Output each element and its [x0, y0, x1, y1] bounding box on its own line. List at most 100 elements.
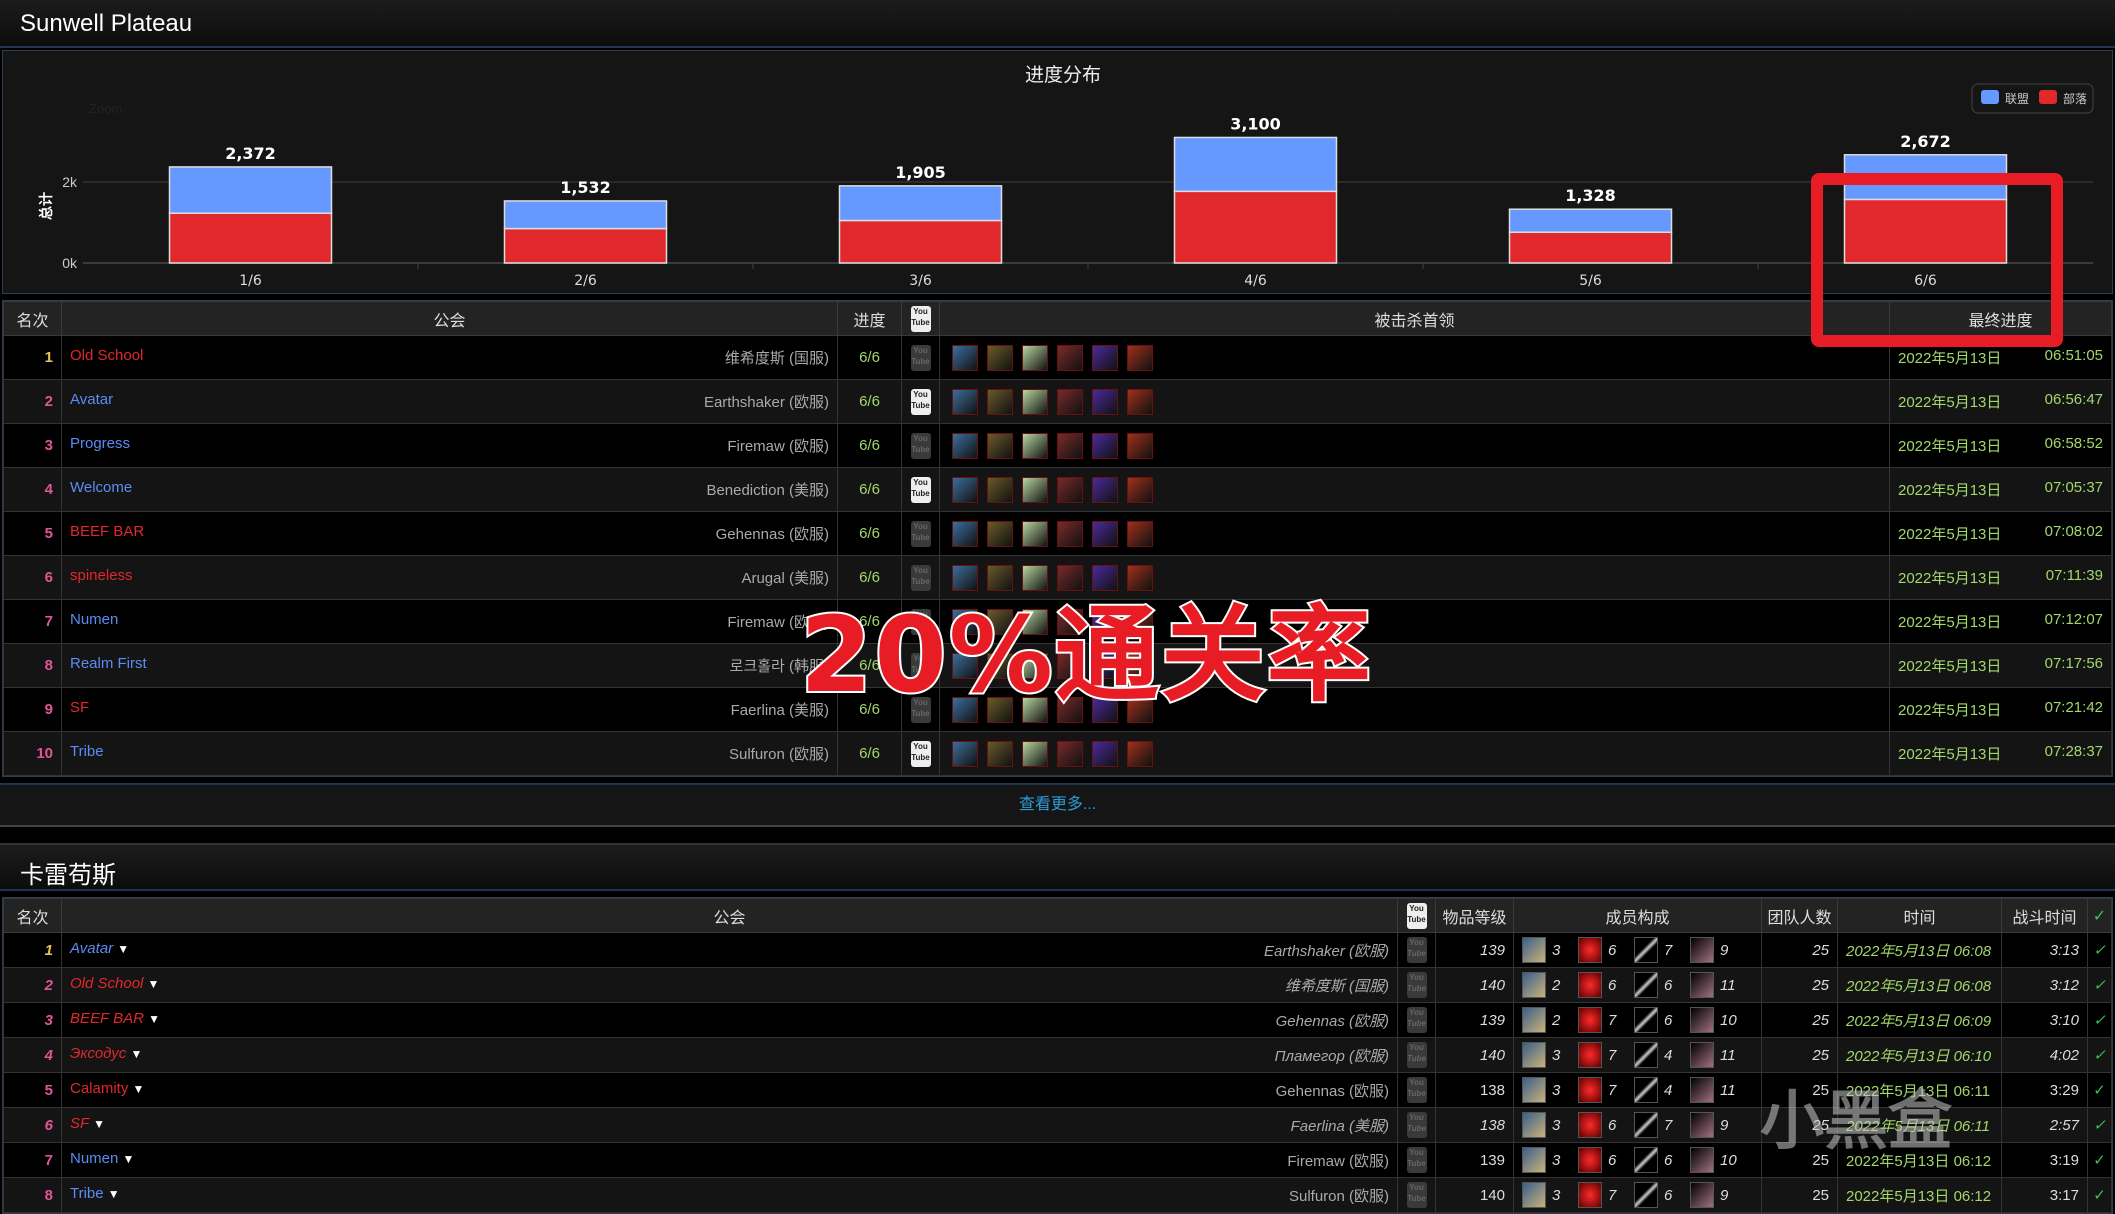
guild-name-link[interactable]: Old School [70, 347, 143, 364]
boss-icon[interactable] [987, 520, 1013, 547]
guild-name-link[interactable]: Avatar [70, 391, 113, 408]
table-row[interactable]: 1 Avatar ▼ Earthshaker (欧服) You Tube 139 3 6 7 9 2… [3, 932, 2112, 968]
youtube-icon[interactable]: You Tube [910, 432, 931, 459]
boss-icon[interactable] [1127, 344, 1153, 371]
boss-icon[interactable] [1092, 432, 1118, 459]
table-row[interactable]: 3 Progress Firemaw (欧服) 6/6 You Tube 2022年5月13… [3, 423, 2112, 468]
table-row[interactable]: 3 BEEF BAR ▼ Gehennas (欧服) You Tube 139 2 7 6 10 2… [3, 1002, 2112, 1038]
table-row[interactable]: 2 Avatar Earthshaker (欧服) 6/6 You Tube 2022年5月… [3, 379, 2112, 424]
caret-down-icon[interactable]: ▼ [148, 977, 160, 991]
boss-icon[interactable] [952, 740, 978, 767]
boss-icon[interactable] [1022, 476, 1048, 503]
boss-icon[interactable] [1022, 740, 1048, 767]
video-cell[interactable]: You Tube [1397, 1142, 1436, 1178]
guild-name-link[interactable]: Tribe [70, 1185, 104, 1202]
guild-name-link[interactable]: Welcome [70, 479, 132, 496]
guild-name-link[interactable]: spineless [70, 567, 133, 584]
boss-icon[interactable] [987, 740, 1013, 767]
youtube-icon[interactable]: You Tube [910, 740, 931, 767]
boss-icon[interactable] [1092, 520, 1118, 547]
youtube-icon[interactable]: You Tube [1406, 1042, 1427, 1068]
boss-icon[interactable] [1057, 432, 1083, 459]
boss-icon[interactable] [1057, 344, 1083, 371]
boss-icon[interactable] [1057, 740, 1083, 767]
boss-icon[interactable] [952, 388, 978, 415]
video-cell[interactable]: You Tube [901, 467, 940, 512]
caret-down-icon[interactable]: ▼ [93, 1117, 105, 1131]
video-cell[interactable]: You Tube [1397, 1002, 1436, 1038]
boss-icon[interactable] [952, 344, 978, 371]
video-cell[interactable]: You Tube [1397, 1072, 1436, 1108]
guild-name-link[interactable]: SF [70, 699, 89, 716]
guild-name-link[interactable]: Tribe [70, 743, 104, 760]
youtube-icon[interactable]: You Tube [910, 520, 931, 547]
table-row[interactable]: 8 Tribe ▼ Sulfuron (欧服) You Tube 140 3 7 6 9 25 202… [3, 1177, 2112, 1213]
guild-name-link[interactable]: Numen [70, 611, 118, 628]
table-row[interactable]: 1 Old School 维希度斯 (国服) 6/6 You Tube 2022年5月13日… [3, 335, 2112, 380]
video-cell[interactable]: You Tube [1397, 967, 1436, 1003]
boss-icon[interactable] [987, 476, 1013, 503]
boss-icon[interactable] [1092, 740, 1118, 767]
guild-name-link[interactable]: Realm First [70, 655, 147, 672]
caret-down-icon[interactable]: ▼ [123, 1152, 135, 1166]
table-row[interactable]: 4 Welcome Benediction (美服) 6/6 You Tube 2022年5… [3, 467, 2112, 512]
video-cell[interactable]: You Tube [901, 335, 940, 380]
boss-icon[interactable] [1057, 388, 1083, 415]
youtube-icon[interactable]: You Tube [1406, 937, 1427, 963]
see-more-link[interactable]: 查看更多... [0, 783, 2115, 827]
boss-icon[interactable] [987, 432, 1013, 459]
boss-icon[interactable] [1022, 520, 1048, 547]
video-cell[interactable]: You Tube [1397, 932, 1436, 968]
table-row[interactable]: 2 Old School ▼ 维希度斯 (国服) You Tube 140 2 6 6 11 25 2… [3, 967, 2112, 1003]
boss-icon[interactable] [1092, 344, 1118, 371]
boss-icon[interactable] [987, 388, 1013, 415]
guild-name-link[interactable]: Calamity [70, 1080, 128, 1097]
boss-icon[interactable] [1057, 476, 1083, 503]
boss-icon[interactable] [1127, 388, 1153, 415]
youtube-icon[interactable]: You Tube [910, 388, 931, 415]
caret-down-icon[interactable]: ▼ [148, 1012, 160, 1026]
guild-name-link[interactable]: BEEF BAR [70, 1010, 144, 1027]
youtube-icon[interactable]: You Tube [1406, 1007, 1427, 1033]
video-cell[interactable]: You Tube [901, 379, 940, 424]
boss-icon[interactable] [1022, 432, 1048, 459]
video-cell[interactable]: You Tube [1397, 1177, 1436, 1213]
boss-icon[interactable] [1092, 476, 1118, 503]
boss-icon[interactable] [1127, 432, 1153, 459]
boss-icon[interactable] [987, 344, 1013, 371]
boss-icon[interactable] [952, 432, 978, 459]
video-cell[interactable]: You Tube [901, 511, 940, 556]
youtube-icon[interactable]: You Tube [1406, 1147, 1427, 1173]
youtube-icon[interactable]: You Tube [910, 476, 931, 503]
boss-icon[interactable] [1127, 476, 1153, 503]
boss-icon[interactable] [1127, 520, 1153, 547]
boss-icon[interactable] [952, 520, 978, 547]
caret-down-icon[interactable]: ▼ [130, 1047, 142, 1061]
video-cell[interactable]: You Tube [1397, 1037, 1436, 1073]
youtube-icon[interactable]: You Tube [1406, 1077, 1427, 1103]
boss-icon[interactable] [1022, 388, 1048, 415]
table-row[interactable]: 10 Tribe Sulfuron (欧服) 6/6 You Tube 2022年5月13日… [3, 731, 2112, 776]
guild-name-link[interactable]: Old School [70, 975, 143, 992]
boss-icon[interactable] [1127, 740, 1153, 767]
youtube-icon[interactable]: You Tube [1406, 972, 1427, 998]
guild-name-link[interactable]: SF [70, 1115, 89, 1132]
table-row[interactable]: 4 Эксодус ▼ Пламегор (欧服) You Tube 140 3 7 4 11 25… [3, 1037, 2112, 1073]
boss-icon[interactable] [1092, 388, 1118, 415]
guild-name-link[interactable]: Progress [70, 435, 130, 452]
guild-name-link[interactable]: BEEF BAR [70, 523, 144, 540]
video-cell[interactable]: You Tube [1397, 1107, 1436, 1143]
video-cell[interactable]: You Tube [901, 731, 940, 776]
boss-icon[interactable] [1022, 344, 1048, 371]
guild-name-link[interactable]: Numen [70, 1150, 118, 1167]
guild-name-link[interactable]: Эксодус [70, 1045, 126, 1062]
guild-name-link[interactable]: Avatar [70, 940, 113, 957]
youtube-icon[interactable]: You Tube [1406, 1182, 1427, 1208]
boss-icon[interactable] [1057, 520, 1083, 547]
youtube-icon[interactable]: You Tube [910, 344, 931, 371]
boss-icon[interactable] [952, 476, 978, 503]
caret-down-icon[interactable]: ▼ [108, 1187, 120, 1201]
caret-down-icon[interactable]: ▼ [117, 942, 129, 956]
youtube-icon[interactable]: You Tube [1406, 1112, 1427, 1138]
video-cell[interactable]: You Tube [901, 423, 940, 468]
